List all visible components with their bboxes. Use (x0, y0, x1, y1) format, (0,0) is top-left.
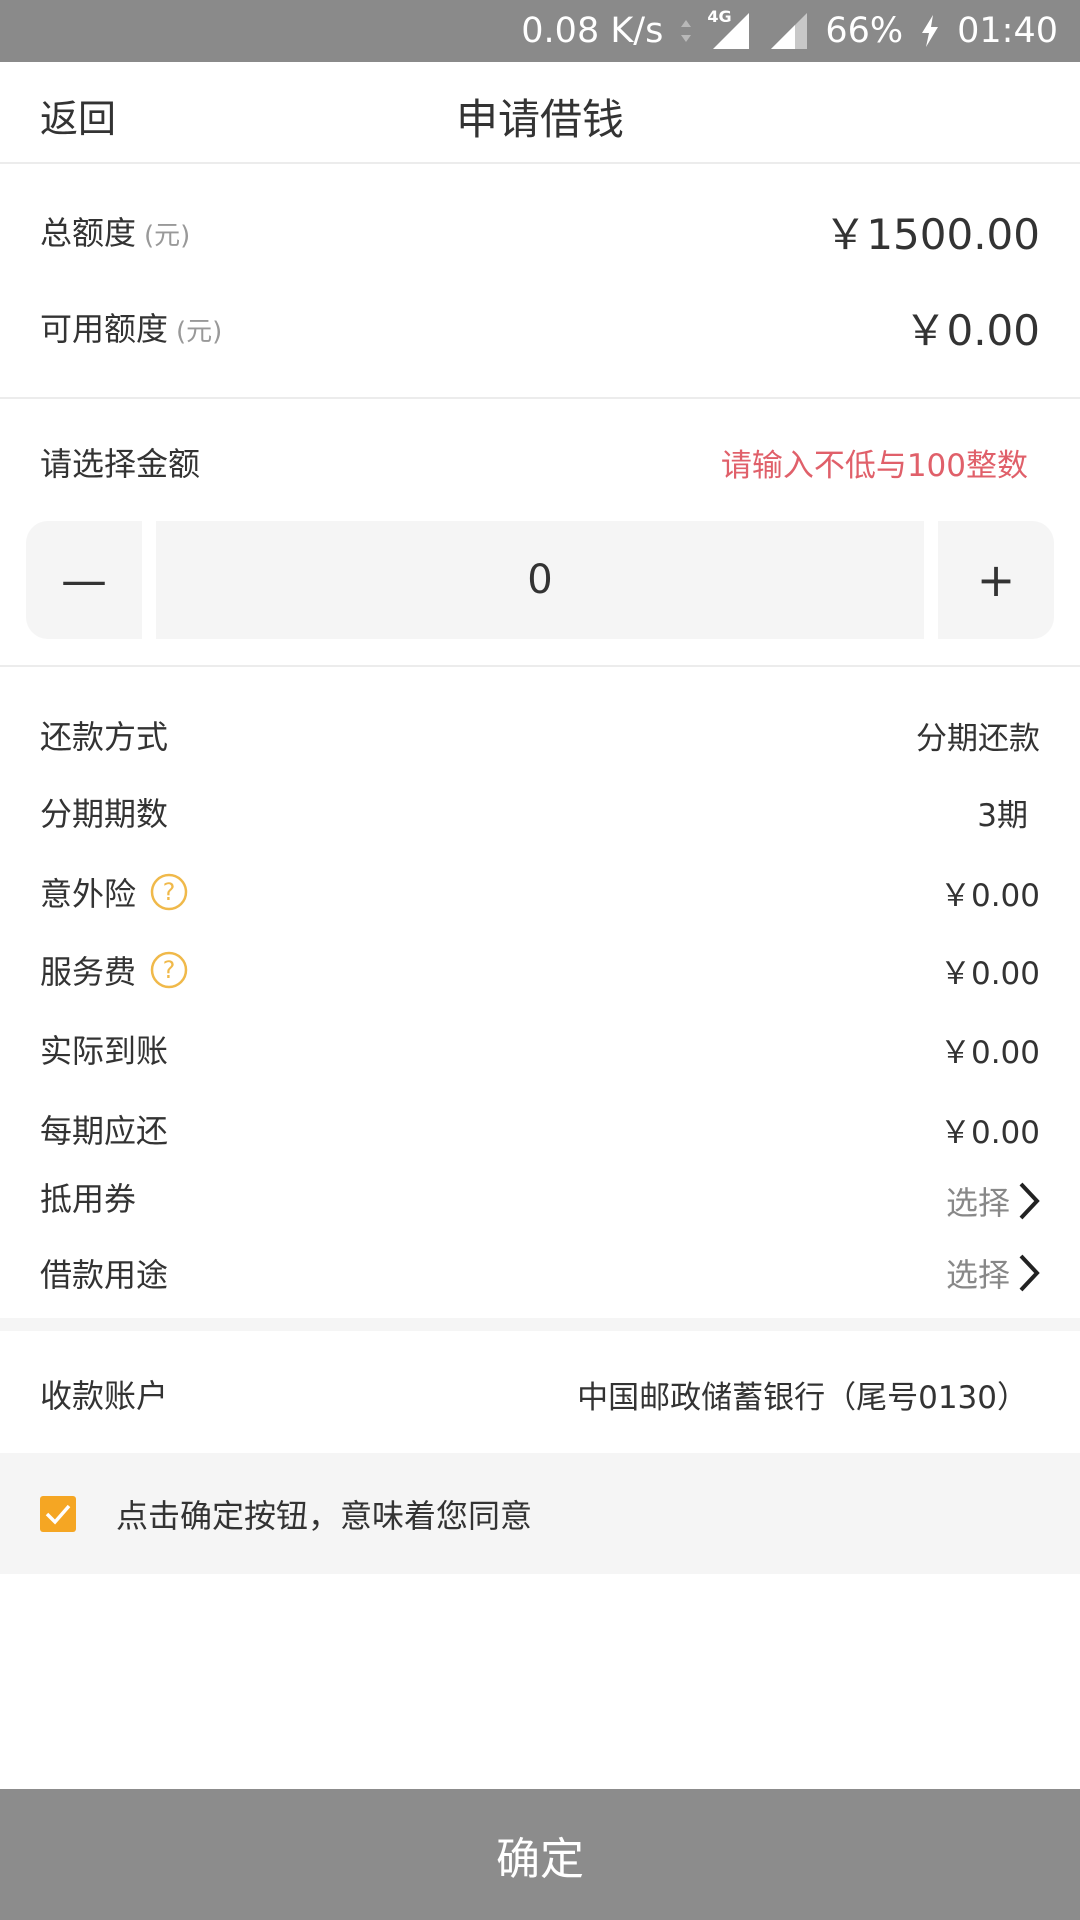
purpose-select-label: 选择 (945, 1256, 1010, 1294)
service-fee-label-group: 服务费 ? (40, 947, 188, 993)
amount-header-row: 请选择金额 请输入不低与100整数 (40, 438, 1028, 486)
divider (0, 665, 1080, 667)
purpose-row[interactable]: 借款用途 选择 (40, 1246, 1040, 1300)
agreement-row: 点击确定按钮，意味着您同意 (0, 1453, 1080, 1574)
total-credit-unit: (元) (144, 221, 191, 251)
battery-percent: 66% (825, 11, 904, 51)
amount-hint: 请输入不低与100整数 (720, 447, 1028, 484)
repay-method-label: 还款方式 (40, 718, 169, 756)
insurance-value: ￥0.00 (939, 877, 1040, 914)
account-row[interactable]: 收款账户 中国邮政储蓄银行（尾号0130） (40, 1368, 1028, 1420)
cellular-signal-icon (767, 11, 809, 51)
agreement-checkbox[interactable] (40, 1495, 76, 1532)
account-value: 中国邮政储蓄银行（尾号0130） (577, 1379, 1028, 1416)
increase-button[interactable]: + (938, 521, 1054, 639)
cellular-4g-icon: 4G (707, 7, 751, 51)
service-fee-value: ￥0.00 (939, 955, 1040, 992)
periods-label: 分期期数 (40, 795, 169, 833)
chevron-right-icon (1019, 1254, 1040, 1292)
service-fee-row: 服务费 ? ￥0.00 (40, 944, 1040, 996)
periods-row[interactable]: 分期期数 3期 (40, 788, 1028, 836)
total-credit-row: 总额度 (元) ￥1500.00 (40, 205, 1040, 259)
per-period-value: ￥0.00 (939, 1114, 1040, 1151)
svg-text:?: ? (163, 878, 176, 906)
available-credit-value: ￥0.00 (904, 305, 1040, 355)
per-period-label: 每期应还 (40, 1112, 169, 1150)
amount-input[interactable]: 0 (156, 521, 924, 639)
available-credit-label-group: 可用额度 (元) (40, 304, 222, 350)
app-header: 返回 申请借钱 (0, 62, 1080, 164)
status-bar: 0.08 K/s 4G 66% 01:40 (0, 0, 1080, 62)
section-gap (0, 1318, 1080, 1331)
account-label: 收款账户 (40, 1377, 169, 1415)
purpose-label: 借款用途 (40, 1256, 169, 1294)
periods-value: 3期 (977, 797, 1028, 834)
total-credit-label: 总额度 (40, 214, 137, 252)
help-icon[interactable]: ? (150, 873, 188, 911)
agreement-text[interactable]: 点击确定按钮，意味着您同意 (116, 1491, 532, 1537)
total-credit-label-group: 总额度 (元) (40, 208, 190, 254)
clock: 01:40 (957, 11, 1058, 51)
actual-receive-label: 实际到账 (40, 1032, 169, 1070)
actual-receive-row: 实际到账 ￥0.00 (40, 1025, 1040, 1073)
repay-method-value: 分期还款 (916, 720, 1040, 757)
insurance-label-group: 意外险 ? (40, 869, 188, 915)
decrease-button[interactable]: — (26, 521, 142, 639)
coupon-select-label: 选择 (945, 1184, 1010, 1222)
insurance-row: 意外险 ? ￥0.00 (40, 866, 1040, 918)
help-icon[interactable]: ? (150, 951, 188, 989)
page-title: 申请借钱 (455, 95, 624, 144)
amount-stepper: — 0 + (26, 521, 1054, 639)
actual-receive-value: ￥0.00 (939, 1034, 1040, 1071)
insurance-label: 意外险 (40, 875, 137, 913)
available-credit-unit: (元) (176, 317, 223, 347)
available-credit-row: 可用额度 (元) ￥0.00 (40, 301, 1040, 355)
repay-method-row[interactable]: 还款方式 分期还款 (40, 711, 1040, 759)
purpose-select[interactable]: 选择 (946, 1250, 1040, 1296)
chevron-right-icon (1019, 1182, 1040, 1220)
coupon-label: 抵用券 (40, 1180, 137, 1218)
service-fee-label: 服务费 (40, 953, 137, 991)
amount-label: 请选择金额 (40, 445, 201, 483)
total-credit-value: ￥1500.00 (824, 209, 1040, 259)
charging-icon (919, 14, 941, 48)
confirm-button[interactable]: 确定 (0, 1789, 1080, 1920)
check-icon (45, 1504, 71, 1525)
data-arrows-icon (679, 18, 693, 44)
svg-text:?: ? (163, 956, 176, 984)
network-speed: 0.08 K/s (521, 11, 664, 51)
available-credit-label: 可用额度 (40, 310, 169, 348)
per-period-row: 每期应还 ￥0.00 (40, 1105, 1040, 1153)
coupon-row[interactable]: 抵用券 选择 (40, 1174, 1040, 1228)
divider (0, 397, 1080, 399)
network-type-label: 4G (707, 7, 732, 26)
coupon-select[interactable]: 选择 (946, 1178, 1040, 1224)
